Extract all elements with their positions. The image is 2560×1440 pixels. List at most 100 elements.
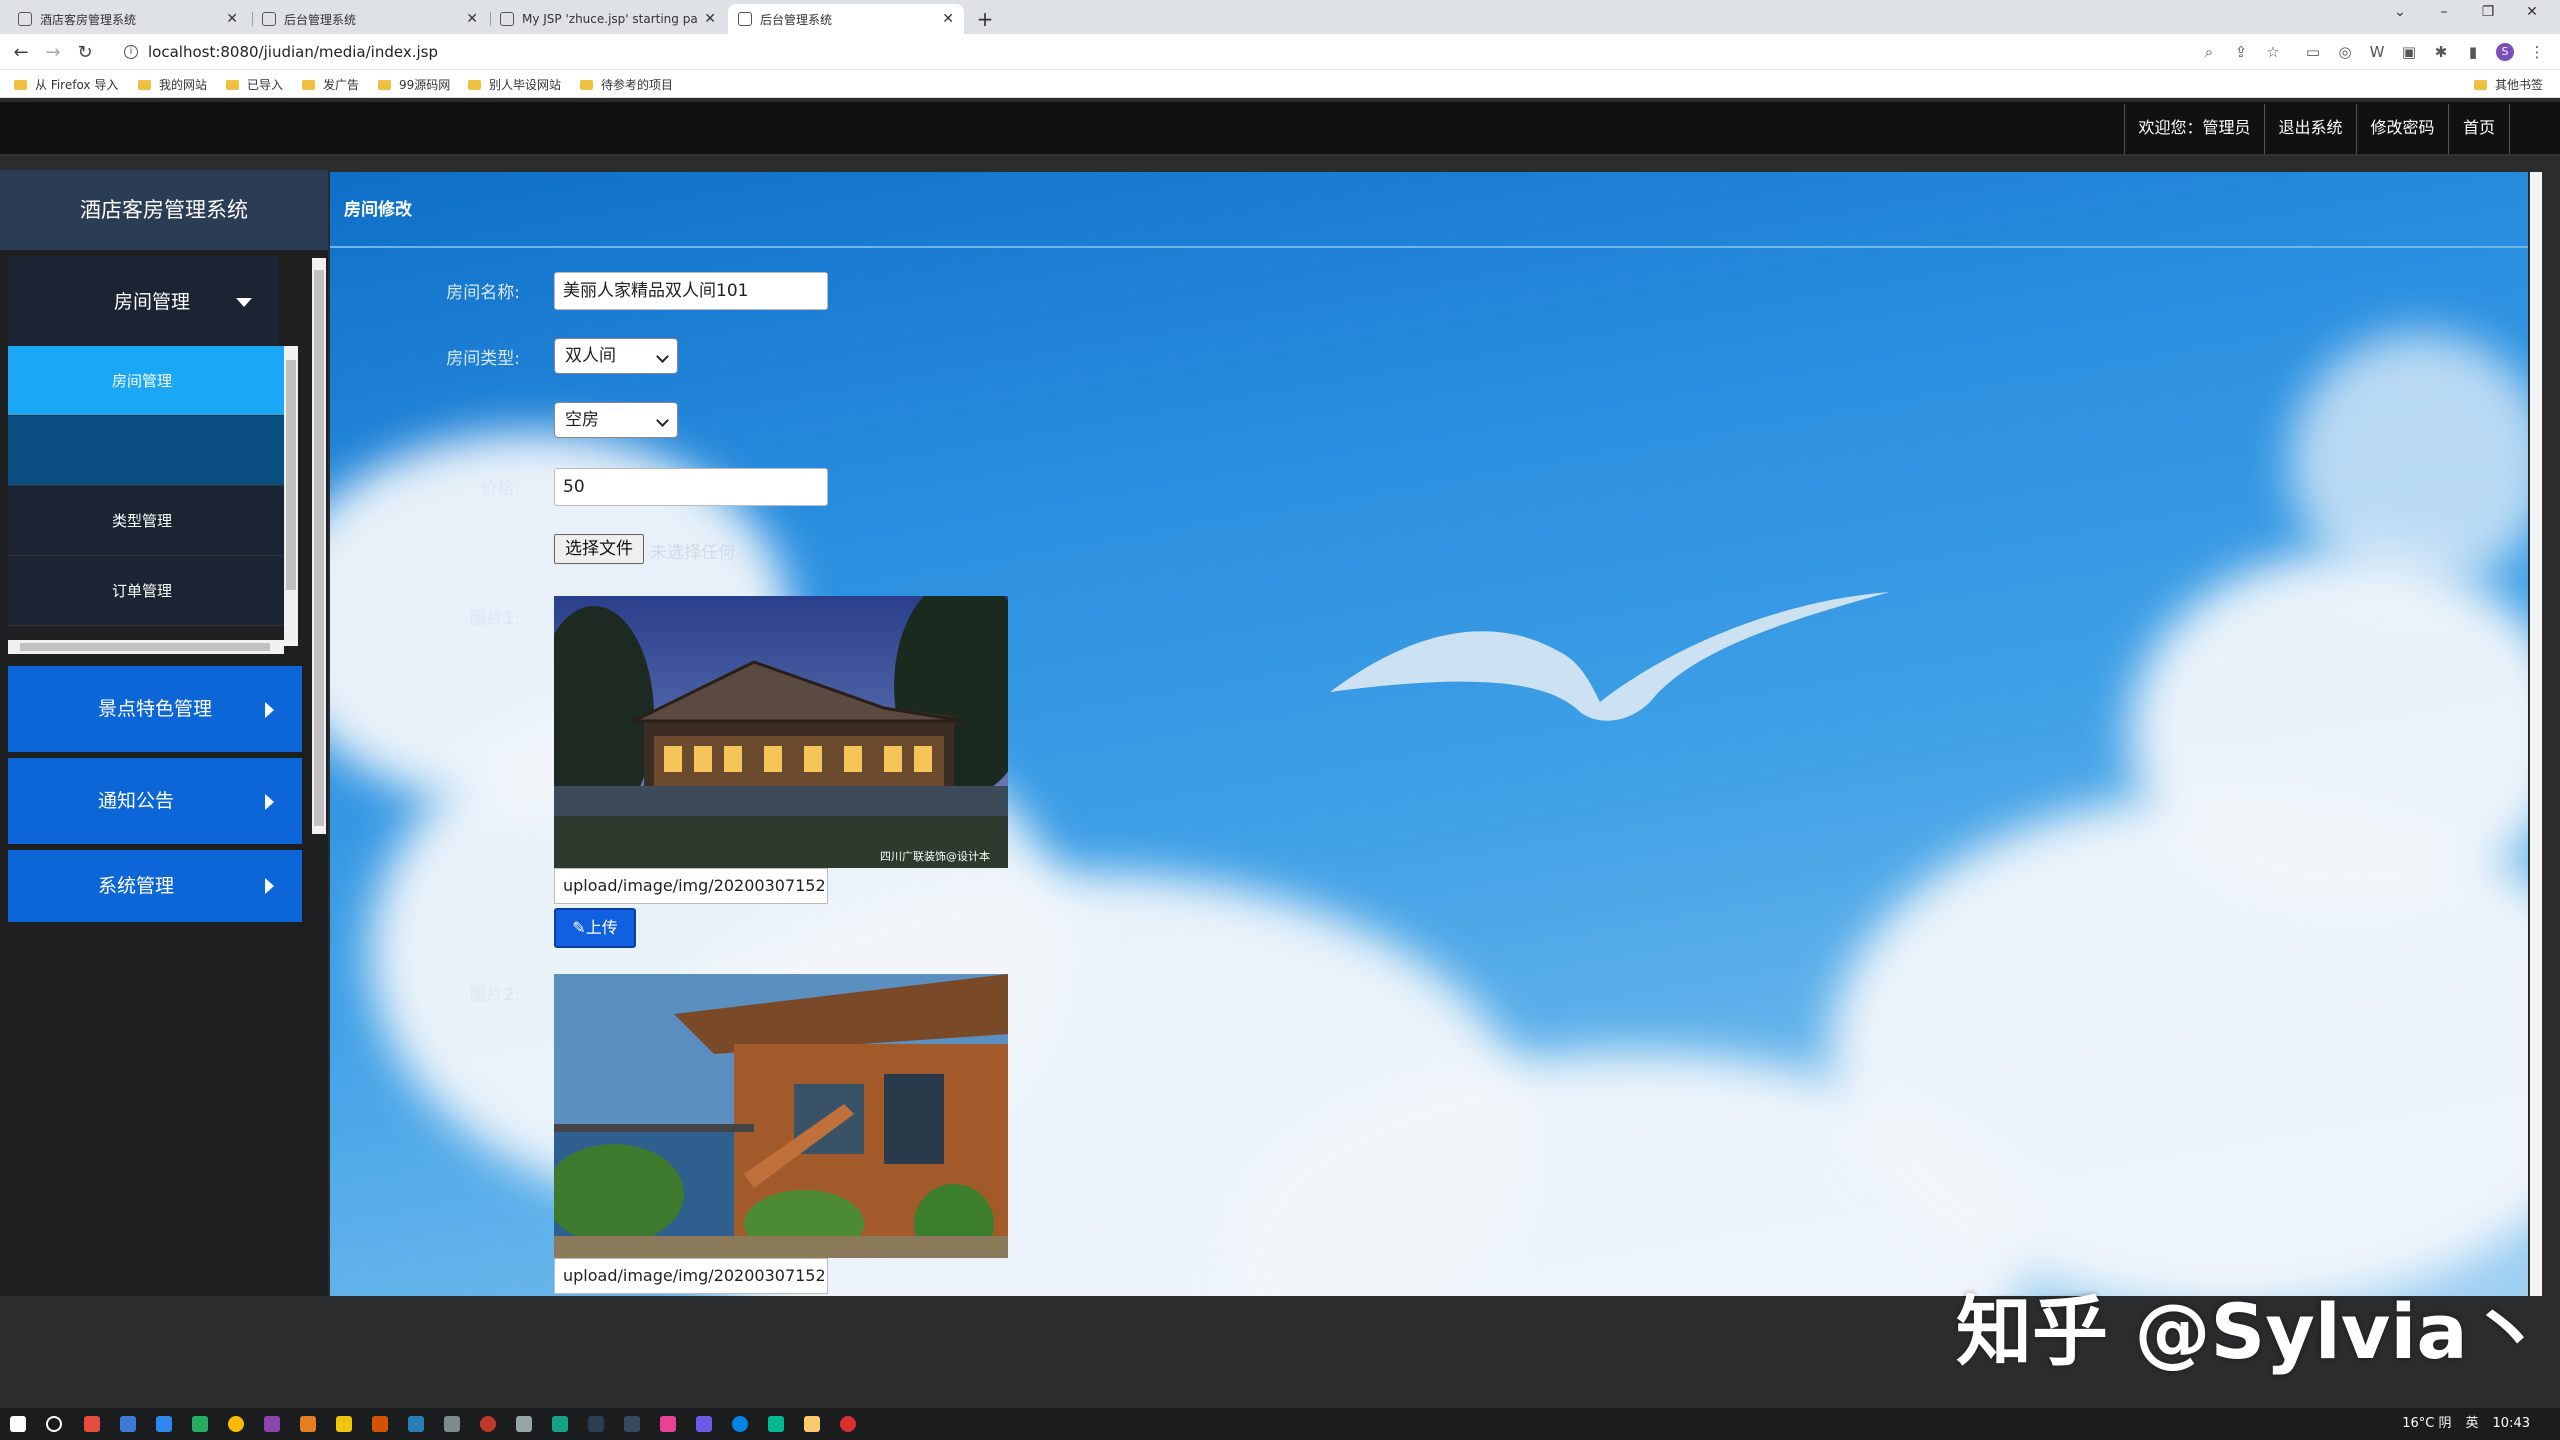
app-icon[interactable] xyxy=(120,1416,136,1432)
scrollbar-thumb[interactable] xyxy=(314,270,324,826)
windows-start-icon[interactable] xyxy=(10,1416,26,1432)
app-icon[interactable] xyxy=(552,1416,568,1432)
avatar[interactable]: S xyxy=(2496,43,2514,61)
sidebar-item-order-management[interactable]: 订单管理 xyxy=(8,556,284,626)
app-icon[interactable] xyxy=(768,1416,784,1432)
choose-file-button[interactable]: 选择文件 xyxy=(554,534,644,564)
bookmark-item[interactable]: 99源码网 xyxy=(378,76,450,93)
tab-search-icon[interactable]: ⌄ xyxy=(2380,4,2420,20)
app-icon[interactable] xyxy=(300,1416,316,1432)
app-icon[interactable] xyxy=(156,1416,172,1432)
ime-indicator[interactable]: 英 xyxy=(2466,1408,2479,1440)
star-icon[interactable]: ☆ xyxy=(2264,43,2282,61)
new-tab-button[interactable]: + xyxy=(972,6,998,32)
browser-tab[interactable]: My JSP 'zhuce.jsp' starting pa ✕ xyxy=(490,4,726,34)
clock[interactable]: 10:43 xyxy=(2493,1408,2530,1440)
app-icon[interactable] xyxy=(588,1416,604,1432)
image2-label: 图片2: xyxy=(469,985,520,1005)
sidebar-group-system[interactable]: 系统管理 xyxy=(8,850,302,922)
app-icon[interactable] xyxy=(84,1416,100,1432)
share-icon[interactable]: ⇪ xyxy=(2232,43,2250,61)
close-icon[interactable]: ✕ xyxy=(226,11,238,27)
app-icon[interactable] xyxy=(660,1416,676,1432)
room-status-select[interactable]: 空房 xyxy=(554,402,678,438)
app-icon[interactable] xyxy=(696,1416,712,1432)
room-name-input[interactable]: 美丽人家精品双人间101 xyxy=(554,272,828,310)
bookmark-item[interactable]: 从 Firefox 导入 xyxy=(14,76,118,93)
browser-tab[interactable]: 后台管理系统 ✕ xyxy=(252,4,488,34)
zoom-icon[interactable]: ⌕ xyxy=(2200,43,2218,61)
extension-icon[interactable]: W xyxy=(2368,43,2386,61)
bookmark-item[interactable]: 别人毕设网站 xyxy=(468,76,561,93)
app-top-nav: 欢迎您：管理员 退出系统 修改密码 首页 xyxy=(0,102,2560,156)
app-icon[interactable] xyxy=(264,1416,280,1432)
change-password-link[interactable]: 修改密码 xyxy=(2356,104,2448,154)
extension-icon[interactable]: ▣ xyxy=(2400,43,2418,61)
address-toolbar: ← → ↻ i localhost:8080/jiudian/media/ind… xyxy=(0,34,2560,70)
folder-icon xyxy=(138,79,151,90)
room-image-2 xyxy=(554,974,1008,1258)
sidebar-item-type-management[interactable]: 类型管理 xyxy=(8,486,284,556)
reload-icon[interactable]: ↻ xyxy=(74,42,96,63)
app-icon[interactable] xyxy=(480,1416,496,1432)
search-icon[interactable] xyxy=(46,1416,62,1432)
url-field[interactable]: i localhost:8080/jiudian/media/index.jsp xyxy=(118,40,2168,64)
image1-path-input[interactable]: upload/image/img/202003071521 xyxy=(554,868,828,904)
caret-right-icon xyxy=(265,878,274,894)
weather-text[interactable]: 16°C 阴 xyxy=(2402,1408,2451,1440)
sidepanel-icon[interactable]: ▮ xyxy=(2464,43,2482,61)
tab-title: 后台管理系统 xyxy=(760,12,833,27)
app-icon[interactable] xyxy=(624,1416,640,1432)
bookmark-item[interactable]: 已导入 xyxy=(226,76,283,93)
camera-icon[interactable]: ◎ xyxy=(2336,43,2354,61)
info-icon[interactable]: i xyxy=(124,45,138,59)
chrome-icon[interactable] xyxy=(228,1416,244,1432)
puzzle-icon[interactable]: ✱ xyxy=(2432,43,2450,61)
browser-tab-strip: 酒店客房管理系统 ✕ 后台管理系统 ✕ My JSP 'zhuce.jsp' s… xyxy=(0,0,2560,34)
app-icon[interactable] xyxy=(732,1416,748,1432)
wechat-icon[interactable] xyxy=(192,1416,208,1432)
price-input[interactable]: 50 xyxy=(554,468,828,506)
extension-icon[interactable]: ▭ xyxy=(2304,43,2322,61)
minimize-icon[interactable]: – xyxy=(2424,4,2464,20)
bookmark-item[interactable]: 发广告 xyxy=(302,76,359,93)
scrollbar-thumb[interactable] xyxy=(286,360,296,590)
app-icon[interactable] xyxy=(804,1416,820,1432)
back-icon[interactable]: ← xyxy=(10,42,32,63)
sidebar-group-scenic-spots[interactable]: 景点特色管理 xyxy=(8,666,302,752)
close-icon[interactable]: ✕ xyxy=(942,11,954,27)
image2-path-input[interactable]: upload/image/img/202003071521 xyxy=(554,1258,828,1294)
folder-icon xyxy=(14,79,27,90)
menu-icon[interactable]: ⋮ xyxy=(2528,43,2546,61)
sidebar-group-notices[interactable]: 通知公告 xyxy=(8,758,302,844)
close-icon[interactable]: ✕ xyxy=(704,11,716,27)
app-icon[interactable] xyxy=(840,1416,856,1432)
forward-icon[interactable]: → xyxy=(42,42,64,63)
close-icon[interactable]: ✕ xyxy=(466,11,478,27)
watermark: 知乎 @Sylvia丶 xyxy=(1956,1287,2544,1376)
sidebar-item-room-management[interactable]: 房间管理 xyxy=(8,346,284,416)
home-link[interactable]: 首页 xyxy=(2448,104,2510,154)
close-window-icon[interactable]: ✕ xyxy=(2512,4,2552,20)
other-bookmarks[interactable]: 其他书签 xyxy=(2474,76,2543,93)
browser-tab[interactable]: 酒店客房管理系统 ✕ xyxy=(8,4,248,34)
taskbar xyxy=(0,1408,2560,1440)
bookmark-item[interactable]: 待参考的项目 xyxy=(580,76,673,93)
app-icon[interactable] xyxy=(408,1416,424,1432)
restore-icon[interactable]: ❐ xyxy=(2468,4,2508,20)
bookmark-item[interactable]: 我的网站 xyxy=(138,76,207,93)
app-icon[interactable] xyxy=(444,1416,460,1432)
upload-button[interactable]: ✎上传 xyxy=(554,908,636,948)
folder-icon xyxy=(580,79,593,90)
sidebar-item-hidden[interactable] xyxy=(8,416,284,486)
scrollbar-thumb[interactable] xyxy=(20,643,270,651)
app-icon[interactable] xyxy=(372,1416,388,1432)
room-type-select[interactable]: 双人间 xyxy=(554,338,678,374)
app-icon[interactable] xyxy=(516,1416,532,1432)
browser-tab-active[interactable]: 后台管理系统 ✕ xyxy=(728,4,964,34)
page-scrollbar[interactable] xyxy=(2530,172,2542,1296)
logout-link[interactable]: 退出系统 xyxy=(2264,104,2356,154)
folder-icon[interactable] xyxy=(336,1416,352,1432)
sidebar-group-room-management[interactable]: 房间管理 xyxy=(8,256,278,348)
room-image-1: 四川广联装饰@设计本 xyxy=(554,596,1008,868)
